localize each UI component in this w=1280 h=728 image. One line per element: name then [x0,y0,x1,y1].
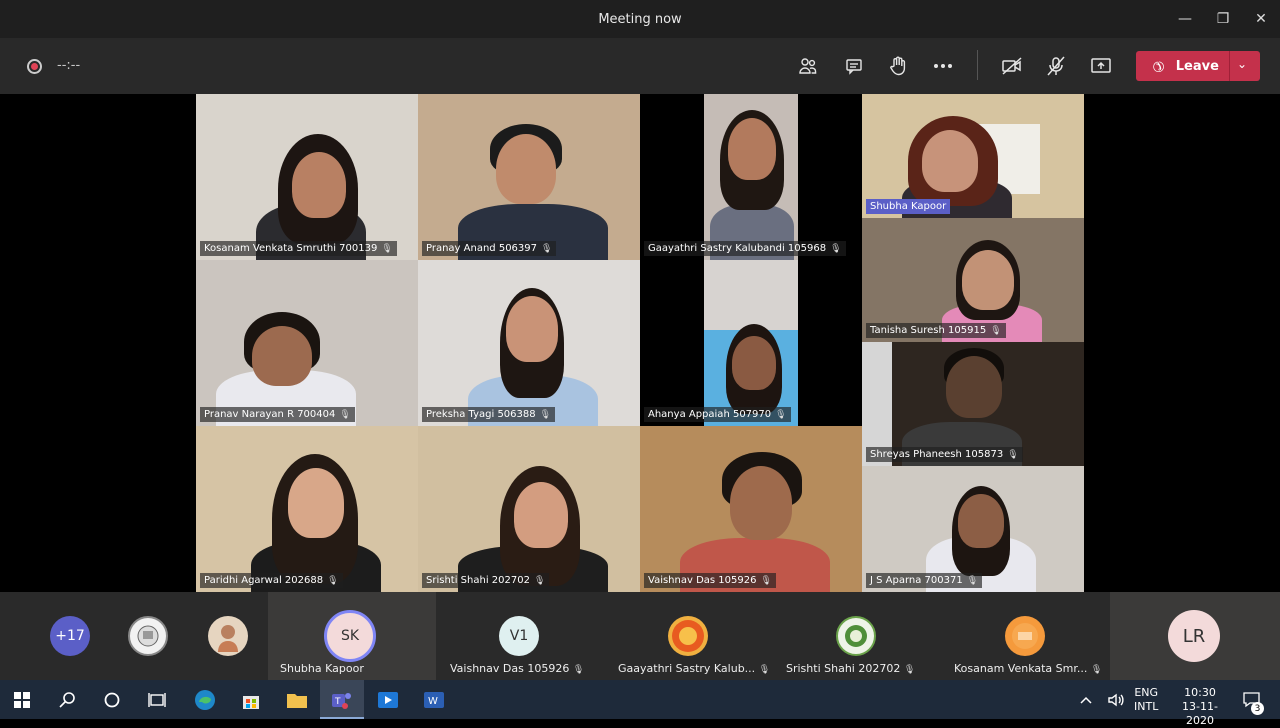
teams-icon: T [330,688,354,712]
video-tile[interactable]: Srishti Shahi 202702 🎙 [418,426,640,592]
video-tile[interactable]: Tanisha Suresh 105915 🎙 [862,218,1084,342]
participant-name-row: Vaishnav Das 105926 🎙 [450,662,585,675]
participants-icon[interactable] [796,54,820,78]
restore-button[interactable]: ❐ [1204,0,1242,38]
svg-text:W: W [428,696,438,707]
task-view-icon[interactable] [145,688,169,712]
video-tile[interactable]: Vaishnav Das 105926 🎙 [640,426,862,592]
mic-off-icon: 🎙 [1090,665,1103,675]
avatar: LR [1168,610,1220,662]
participant-name: J S Aparna 700371 🎙 [866,573,983,588]
windows-start-icon[interactable] [10,688,34,712]
avatar [668,616,708,656]
mic-off-icon: 🎙 [572,665,585,675]
teams-taskbar-button[interactable]: T [320,680,364,719]
store-icon[interactable] [239,688,263,712]
clock[interactable]: 10:30 13-11-2020 [1170,686,1230,728]
leave-button[interactable]: ✆ Leave ⌄ [1136,51,1260,81]
participant-strip: +17 SK Shubha Kapoor V1 Vaishnav Das 105… [0,592,1280,680]
clock-time: 10:30 [1184,686,1216,699]
language-indicator[interactable]: ENG INTL [1134,686,1158,714]
notification-count-badge: 3 [1251,702,1264,715]
video-tile[interactable]: Shreyas Phaneesh 105873 🎙 [862,342,1084,466]
video-tile[interactable]: Ahanya Appaiah 507970 🎙 [640,260,862,426]
participant-chip[interactable] [198,592,258,680]
close-button[interactable]: ✕ [1242,0,1280,38]
video-tile[interactable]: Kosanam Venkata Smruthi 700139 🎙 [196,94,418,260]
leave-label: Leave [1175,58,1219,74]
video-tile[interactable]: Preksha Tyagi 506388 🎙 [418,260,640,426]
word-icon[interactable]: W [422,688,446,712]
svg-text:T: T [334,697,341,707]
chat-icon[interactable] [842,54,866,78]
toolbar-separator [977,50,978,80]
overflow-count: +17 [50,616,90,656]
chevron-down-icon[interactable]: ⌄ [1237,57,1247,71]
meeting-timer: --:-- [57,58,81,73]
participant-chip[interactable]: Gaayathri Sastry Kalub... 🎙 [604,592,772,680]
participant-name: Kosanam Venkata Smruthi 700139 🎙 [200,241,397,256]
title-bar: Meeting now — ❐ ✕ [0,0,1280,38]
participant-chip[interactable]: Kosanam Venkata Smr... 🎙 [940,592,1110,680]
video-tile[interactable]: Shubha Kapoor [862,94,1084,218]
chevron-up-icon[interactable] [1074,688,1098,712]
camera-off-icon[interactable] [1000,54,1024,78]
mic-off-icon[interactable] [1044,54,1068,78]
avatar: SK [324,610,376,662]
clock-date: 13-11-2020 [1182,700,1218,727]
participant-name: Shubha Kapoor [866,199,951,214]
participant-name-row: Gaayathri Sastry Kalub... 🎙 [618,662,771,675]
video-tile[interactable]: Paridhi Agarwal 202688 🎙 [196,426,418,592]
avatar [208,616,248,656]
volume-icon[interactable] [1104,688,1128,712]
participant-chip-active[interactable]: SK Shubha Kapoor [268,592,436,680]
participant-chip-self[interactable]: LR [1110,592,1280,680]
participant-name: Pranav Narayan R 700404 🎙 [200,407,355,422]
mic-off-icon: 🎙 [903,665,916,675]
participant-name: Gaayathri Sastry Kalubandi 105968 🎙 [644,241,846,256]
school-logo-avatar [128,616,168,656]
media-player-icon[interactable] [376,688,400,712]
language-code: ENG [1134,686,1159,699]
participant-name: Paridhi Agarwal 202688 🎙 [200,573,343,588]
overflow-participants[interactable]: +17 [40,592,100,680]
participant-chip[interactable]: Srishti Shahi 202702 🎙 [772,592,940,680]
participant-name: Vaishnav Das 105926 🎙 [644,573,776,588]
recording-icon [27,59,42,74]
mic-off-icon: 🎙 [758,665,771,675]
meeting-toolbar: --:-- ✆ Leave ⌄ [0,38,1280,94]
avatar [1005,616,1045,656]
search-icon[interactable] [56,688,80,712]
participant-name: Pranay Anand 506397 🎙 [422,241,557,256]
participant-name-row: Srishti Shahi 202702 🎙 [786,662,916,675]
participant-name: Tanisha Suresh 105915 🎙 [866,323,1006,338]
raise-hand-icon[interactable] [886,54,910,78]
edge-browser-icon[interactable] [193,688,217,712]
participant-chip[interactable]: V1 Vaishnav Das 105926 🎙 [436,592,604,680]
participant-name: Shubha Kapoor [280,662,364,675]
phone-hangup-icon: ✆ [1148,56,1168,76]
file-explorer-icon[interactable] [285,688,309,712]
more-options-icon[interactable] [931,54,955,78]
participant-name: Preksha Tyagi 506388 🎙 [422,407,556,422]
cortana-icon[interactable] [100,688,124,712]
avatar: V1 [499,616,539,656]
participant-chip[interactable] [118,592,178,680]
avatar [836,616,876,656]
minimize-button[interactable]: — [1166,0,1204,38]
window-title: Meeting now [598,11,682,27]
video-tile[interactable]: Pranay Anand 506397 🎙 [418,94,640,260]
video-tile[interactable]: Pranav Narayan R 700404 🎙 [196,260,418,426]
participant-name-row: Kosanam Venkata Smr... 🎙 [954,662,1103,675]
participant-name: Shreyas Phaneesh 105873 🎙 [866,447,1023,462]
participant-name: Srishti Shahi 202702 🎙 [422,573,550,588]
windows-taskbar: T W ENG INTL 10:30 13-11-2020 3 [0,680,1280,727]
participant-name: Ahanya Appaiah 507970 🎙 [644,407,791,422]
video-grid: Kosanam Venkata Smruthi 700139 🎙 Pranav N… [0,94,1280,592]
keyboard-layout: INTL [1134,700,1159,713]
share-screen-icon[interactable] [1089,54,1113,78]
video-tile[interactable]: Gaayathri Sastry Kalubandi 105968 🎙 [640,94,862,260]
video-tile[interactable]: J S Aparna 700371 🎙 [862,466,1084,592]
